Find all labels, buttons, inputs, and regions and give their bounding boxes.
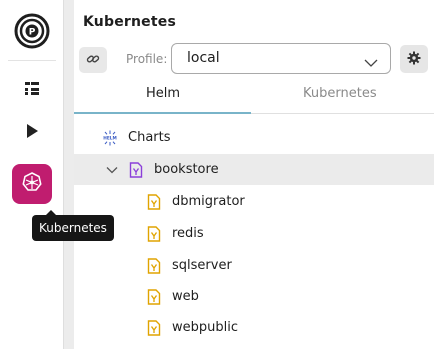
profile-value: local (187, 50, 220, 66)
explorer-button[interactable] (12, 70, 52, 110)
tree-item-redis[interactable]: redis (74, 218, 434, 249)
chevron-down-icon[interactable] (104, 162, 120, 178)
tree-view-icon (23, 79, 41, 101)
link-icon (86, 51, 100, 70)
tree-item-web[interactable]: web (74, 281, 434, 312)
tree-item-webpublic[interactable]: webpublic (74, 312, 434, 343)
tab-kubernetes[interactable]: Kubernetes (303, 86, 377, 101)
tree-item-label: web (172, 289, 199, 304)
gear-icon (407, 50, 421, 69)
kubernetes-panel: Kubernetes Profile: local Helm Kubernete… (74, 0, 434, 349)
tree-item-label: bookstore (154, 162, 219, 177)
tree-item-label: sqlserver (172, 258, 232, 273)
profile-label: Profile: (126, 52, 168, 66)
yaml-file-icon (146, 257, 162, 274)
settings-button[interactable] (400, 45, 428, 73)
link-button[interactable] (79, 47, 107, 73)
activity-divider (8, 60, 56, 61)
tab-helm[interactable]: Helm (146, 86, 180, 101)
yaml-file-icon (146, 288, 162, 305)
tree-item-sqlserver[interactable]: sqlserver (74, 250, 434, 281)
svg-text:HELM: HELM (103, 135, 117, 141)
yaml-file-icon (146, 319, 162, 336)
run-button[interactable] (12, 113, 52, 153)
helm-wheel-icon (22, 172, 42, 196)
yaml-file-icon (146, 225, 162, 242)
active-tab-indicator (74, 112, 251, 114)
kubernetes-tooltip: Kubernetes (32, 210, 114, 241)
tree-item-charts[interactable]: HELM Charts (74, 122, 434, 153)
panel-gutter (65, 0, 74, 349)
activity-bar: P (0, 0, 64, 349)
helm-logo-icon: HELM (102, 130, 118, 146)
profile-select[interactable]: local (171, 43, 391, 74)
app-logo: P (11, 10, 53, 52)
chart-file-icon (128, 161, 144, 178)
tree-item-label: Charts (128, 130, 171, 145)
svg-text:P: P (29, 28, 36, 38)
yaml-file-icon (146, 193, 162, 210)
play-icon (24, 123, 40, 143)
kubernetes-button[interactable] (12, 164, 52, 204)
tree-item-dbmigrator[interactable]: dbmigrator (74, 186, 434, 217)
panel-title: Kubernetes (83, 14, 176, 30)
tree-item-bookstore[interactable]: bookstore (74, 154, 434, 185)
tree-item-label: webpublic (172, 320, 238, 335)
tree-item-label: dbmigrator (172, 194, 245, 209)
tree-item-label: redis (172, 226, 204, 241)
chevron-down-icon (364, 53, 378, 72)
